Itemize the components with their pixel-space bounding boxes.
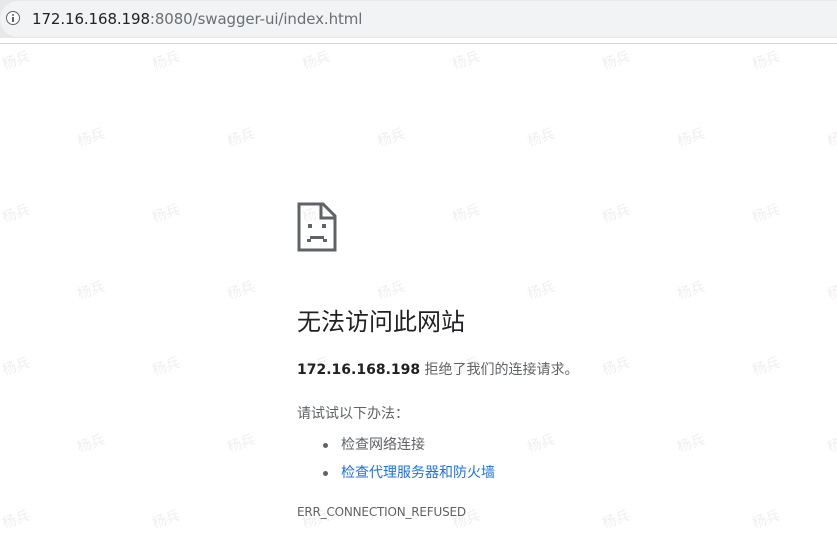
- watermark-text: 杨兵: [75, 126, 108, 150]
- suggestion-check-network: 检查网络连接: [297, 431, 495, 459]
- watermark-text: 杨兵: [750, 49, 783, 73]
- watermark-text: 杨兵: [300, 49, 333, 73]
- bullet-icon: [323, 443, 328, 448]
- error-host: 172.16.168.198: [297, 362, 421, 378]
- watermark-text: 杨兵: [375, 279, 408, 303]
- watermark-text: 杨兵: [525, 432, 558, 456]
- omnibox[interactable]: 172.16.168.198:8080/swagger-ui/index.htm…: [0, 1, 837, 37]
- error-code: ERR_CONNECTION_REFUSED: [297, 505, 466, 519]
- watermark-text: 杨兵: [450, 49, 483, 73]
- sad-document-icon: [297, 202, 337, 252]
- watermark-text: 杨兵: [150, 49, 183, 73]
- watermark-text: 杨兵: [675, 279, 708, 303]
- watermark-text: 杨兵: [225, 432, 258, 456]
- watermark-text: 杨兵: [600, 355, 633, 379]
- error-message: 拒绝了我们的连接请求。: [420, 362, 579, 378]
- watermark-text: 杨兵: [450, 202, 483, 226]
- watermark-text: 杨兵: [0, 202, 33, 226]
- watermark-text: 杨兵: [225, 279, 258, 303]
- watermark-text: 杨兵: [150, 508, 183, 532]
- watermark-text: 杨兵: [0, 49, 33, 73]
- watermark-text: 杨兵: [750, 355, 783, 379]
- watermark-text: 杨兵: [825, 126, 837, 150]
- suggestions-list: 检查网络连接 检查代理服务器和防火墙: [297, 431, 495, 487]
- watermark-text: 杨兵: [150, 355, 183, 379]
- watermark-text: 杨兵: [75, 279, 108, 303]
- divider: [0, 43, 837, 44]
- watermark-text: 杨兵: [675, 126, 708, 150]
- watermark-text: 杨兵: [525, 279, 558, 303]
- browser-viewport: 172.16.168.198:8080/swagger-ui/index.htm…: [0, 0, 837, 541]
- watermark-text: 杨兵: [825, 279, 837, 303]
- watermark-text: 杨兵: [75, 432, 108, 456]
- watermark-text: 杨兵: [600, 202, 633, 226]
- url-text[interactable]: 172.16.168.198:8080/swagger-ui/index.htm…: [32, 10, 362, 28]
- url-path: :8080/swagger-ui/index.html: [149, 10, 363, 28]
- suggestions-heading: 请试试以下办法：: [297, 406, 409, 422]
- address-bar: 172.16.168.198:8080/swagger-ui/index.htm…: [0, 0, 837, 38]
- info-icon[interactable]: [6, 11, 20, 25]
- error-title: 无法访问此网站: [297, 308, 465, 336]
- watermark-text: 杨兵: [675, 432, 708, 456]
- watermark-text: 杨兵: [375, 126, 408, 150]
- watermark-text: 杨兵: [525, 126, 558, 150]
- url-host: 172.16.168.198: [32, 10, 150, 28]
- watermark-text: 杨兵: [600, 508, 633, 532]
- error-description: 172.16.168.198 拒绝了我们的连接请求。: [297, 360, 579, 380]
- watermark-text: 杨兵: [825, 432, 837, 456]
- watermark-text: 杨兵: [750, 202, 783, 226]
- bullet-icon: [323, 471, 328, 476]
- watermark-text: 杨兵: [750, 508, 783, 532]
- watermark-text: 杨兵: [600, 49, 633, 73]
- watermark-text: 杨兵: [0, 508, 33, 532]
- suggestion-check-proxy-firewall-link[interactable]: 检查代理服务器和防火墙: [297, 459, 495, 487]
- watermark-text: 杨兵: [150, 202, 183, 226]
- suggestion-label[interactable]: 检查代理服务器和防火墙: [341, 465, 495, 481]
- suggestion-label: 检查网络连接: [341, 437, 425, 453]
- watermark-text: 杨兵: [225, 126, 258, 150]
- watermark-text: 杨兵: [0, 355, 33, 379]
